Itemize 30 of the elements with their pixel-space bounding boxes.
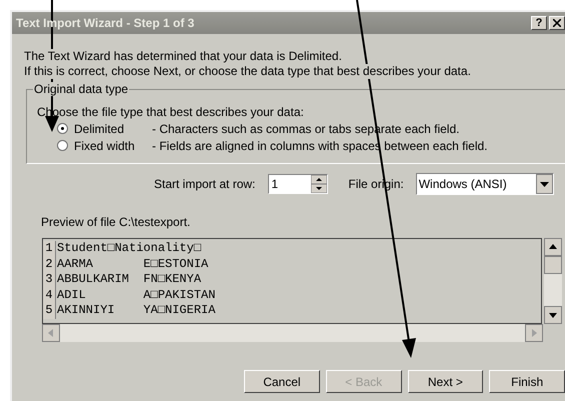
preview-line: AARMA E□ESTONIA bbox=[57, 256, 208, 272]
spinner-arrows-icon[interactable] bbox=[311, 175, 328, 193]
radio-label[interactable]: Fixed width bbox=[74, 138, 152, 152]
line-number: 2 bbox=[43, 256, 56, 272]
radio-button[interactable] bbox=[57, 123, 68, 134]
line-number: 3 bbox=[43, 272, 56, 288]
line-number: 5 bbox=[43, 303, 56, 318]
line-number: 1 bbox=[43, 241, 56, 256]
intro-text: The Text Wizard has determined that your data is Delimited. bbox=[24, 49, 342, 64]
preview-line: Student□Nationality□ bbox=[57, 241, 202, 256]
vertical-scrollbar[interactable] bbox=[544, 238, 562, 324]
start-row-field[interactable]: 1 bbox=[268, 174, 328, 194]
horizontal-scrollbar[interactable] bbox=[42, 324, 543, 342]
wizard-button[interactable]: Cancel bbox=[244, 370, 320, 393]
preview-line: ABBULKARIM FN□KENYA bbox=[57, 272, 202, 288]
wizard-button[interactable]: Next > bbox=[408, 370, 484, 393]
close-button[interactable] bbox=[549, 16, 565, 30]
radio-label[interactable]: Delimited bbox=[74, 122, 152, 136]
wizard-button[interactable]: Finish bbox=[489, 370, 565, 393]
start-row-label: Start import at row: bbox=[154, 177, 256, 191]
line-number: 4 bbox=[43, 288, 56, 303]
preview-label: Preview of file C:\testexport. bbox=[41, 215, 192, 230]
preview-line: AKINNIYI YA□NIGERIA bbox=[57, 303, 216, 318]
help-button[interactable]: ? bbox=[531, 16, 547, 30]
preview-line: ADIL A□PAKISTAN bbox=[57, 288, 216, 303]
group-label: Original data type bbox=[33, 82, 130, 96]
intro-text: If this is correct, choose Next, or choose the data type that best describes your data. bbox=[24, 64, 471, 79]
file-origin-dropdown[interactable]: Windows (ANSI) bbox=[416, 173, 554, 195]
radio-button[interactable] bbox=[57, 140, 68, 151]
close-icon[interactable] bbox=[553, 19, 561, 27]
